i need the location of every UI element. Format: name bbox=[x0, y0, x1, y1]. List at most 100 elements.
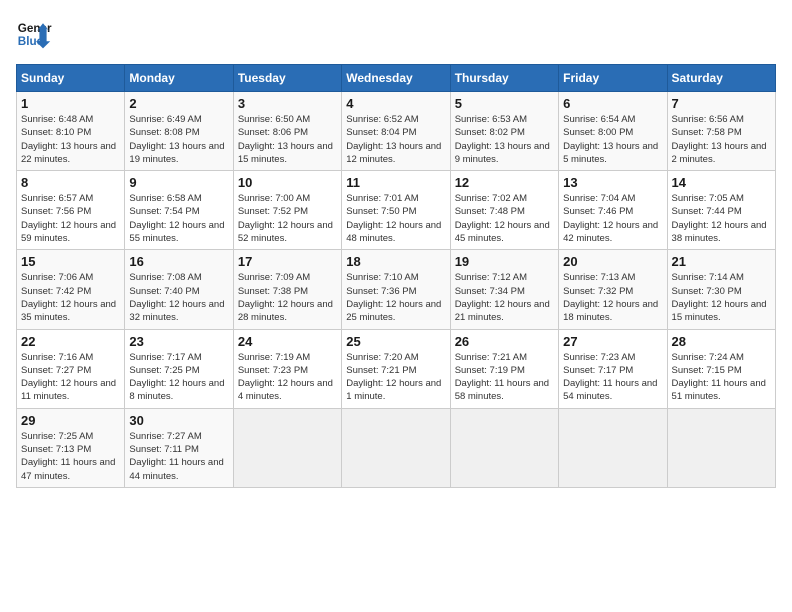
day-info: Sunrise: 7:21 AMSunset: 7:19 PMDaylight:… bbox=[455, 351, 554, 404]
calendar-cell bbox=[233, 408, 341, 487]
calendar-cell: 5Sunrise: 6:53 AMSunset: 8:02 PMDaylight… bbox=[450, 92, 558, 171]
day-number: 9 bbox=[129, 175, 228, 190]
calendar-cell: 18 Sunrise: 7:10 AMSunset: 7:36 PMDayligh… bbox=[342, 250, 450, 329]
day-number: 16 bbox=[129, 254, 228, 269]
calendar-cell bbox=[342, 408, 450, 487]
day-number: 22 bbox=[21, 334, 120, 349]
weekday-monday: Monday bbox=[125, 65, 233, 92]
calendar-cell: 7 Sunrise: 6:56 AMSunset: 7:58 PMDaylight… bbox=[667, 92, 775, 171]
day-number: 27 bbox=[563, 334, 662, 349]
day-info: Sunrise: 6:48 AMSunset: 8:10 PMDaylight:… bbox=[21, 113, 120, 166]
weekday-friday: Friday bbox=[559, 65, 667, 92]
day-number: 19 bbox=[455, 254, 554, 269]
calendar-cell: 28 Sunrise: 7:24 AMSunset: 7:15 PMDayligh… bbox=[667, 329, 775, 408]
day-info: Sunrise: 7:19 AMSunset: 7:23 PMDaylight:… bbox=[238, 351, 337, 404]
day-number: 20 bbox=[563, 254, 662, 269]
day-number: 18 bbox=[346, 254, 445, 269]
day-number: 13 bbox=[563, 175, 662, 190]
calendar-cell: 6 Sunrise: 6:54 AMSunset: 8:00 PMDaylight… bbox=[559, 92, 667, 171]
calendar-cell: 25Sunrise: 7:20 AMSunset: 7:21 PMDayligh… bbox=[342, 329, 450, 408]
calendar-cell: 29Sunrise: 7:25 AMSunset: 7:13 PMDayligh… bbox=[17, 408, 125, 487]
day-info: Sunrise: 6:54 AMSunset: 8:00 PMDaylight:… bbox=[563, 113, 662, 166]
day-info: Sunrise: 7:06 AMSunset: 7:42 PMDaylight:… bbox=[21, 271, 120, 324]
calendar-cell: 26 Sunrise: 7:21 AMSunset: 7:19 PMDayligh… bbox=[450, 329, 558, 408]
calendar-cell: 17 Sunrise: 7:09 AMSunset: 7:38 PMDayligh… bbox=[233, 250, 341, 329]
calendar-cell: 1Sunrise: 6:48 AMSunset: 8:10 PMDaylight… bbox=[17, 92, 125, 171]
day-number: 10 bbox=[238, 175, 337, 190]
logo: General Blue bbox=[16, 16, 52, 52]
day-number: 24 bbox=[238, 334, 337, 349]
day-info: Sunrise: 7:05 AMSunset: 7:44 PMDaylight:… bbox=[672, 192, 771, 245]
calendar-cell: 19 Sunrise: 7:12 AMSunset: 7:34 PMDayligh… bbox=[450, 250, 558, 329]
day-info: Sunrise: 7:17 AMSunset: 7:25 PMDaylight:… bbox=[129, 351, 228, 404]
calendar-cell: 11 Sunrise: 7:01 AMSunset: 7:50 PMDayligh… bbox=[342, 171, 450, 250]
day-info: Sunrise: 7:08 AMSunset: 7:40 PMDaylight:… bbox=[129, 271, 228, 324]
day-info: Sunrise: 6:52 AMSunset: 8:04 PMDaylight:… bbox=[346, 113, 445, 166]
day-info: Sunrise: 7:13 AMSunset: 7:32 PMDaylight:… bbox=[563, 271, 662, 324]
weekday-thursday: Thursday bbox=[450, 65, 558, 92]
calendar-week-row: 8Sunrise: 6:57 AMSunset: 7:56 PMDaylight… bbox=[17, 171, 776, 250]
day-info: Sunrise: 7:01 AMSunset: 7:50 PMDaylight:… bbox=[346, 192, 445, 245]
day-number: 21 bbox=[672, 254, 771, 269]
day-number: 28 bbox=[672, 334, 771, 349]
calendar-cell: 2Sunrise: 6:49 AMSunset: 8:08 PMDaylight… bbox=[125, 92, 233, 171]
day-number: 17 bbox=[238, 254, 337, 269]
day-info: Sunrise: 7:16 AMSunset: 7:27 PMDaylight:… bbox=[21, 351, 120, 404]
day-number: 23 bbox=[129, 334, 228, 349]
calendar-cell: 24 Sunrise: 7:19 AMSunset: 7:23 PMDayligh… bbox=[233, 329, 341, 408]
calendar-cell: 12Sunrise: 7:02 AMSunset: 7:48 PMDayligh… bbox=[450, 171, 558, 250]
weekday-sunday: Sunday bbox=[17, 65, 125, 92]
day-info: Sunrise: 7:20 AMSunset: 7:21 PMDaylight:… bbox=[346, 351, 445, 404]
calendar-week-row: 29Sunrise: 7:25 AMSunset: 7:13 PMDayligh… bbox=[17, 408, 776, 487]
calendar-cell bbox=[450, 408, 558, 487]
day-info: Sunrise: 7:23 AMSunset: 7:17 PMDaylight:… bbox=[563, 351, 662, 404]
calendar-table: SundayMondayTuesdayWednesdayThursdayFrid… bbox=[16, 64, 776, 488]
day-number: 26 bbox=[455, 334, 554, 349]
day-info: Sunrise: 7:24 AMSunset: 7:15 PMDaylight:… bbox=[672, 351, 771, 404]
calendar-cell: 3 Sunrise: 6:50 AMSunset: 8:06 PMDaylight… bbox=[233, 92, 341, 171]
day-info: Sunrise: 6:50 AMSunset: 8:06 PMDaylight:… bbox=[238, 113, 337, 166]
calendar-header: SundayMondayTuesdayWednesdayThursdayFrid… bbox=[17, 65, 776, 92]
weekday-wednesday: Wednesday bbox=[342, 65, 450, 92]
weekday-tuesday: Tuesday bbox=[233, 65, 341, 92]
day-info: Sunrise: 7:04 AMSunset: 7:46 PMDaylight:… bbox=[563, 192, 662, 245]
calendar-week-row: 1Sunrise: 6:48 AMSunset: 8:10 PMDaylight… bbox=[17, 92, 776, 171]
day-info: Sunrise: 7:09 AMSunset: 7:38 PMDaylight:… bbox=[238, 271, 337, 324]
calendar-cell: 23 Sunrise: 7:17 AMSunset: 7:25 PMDayligh… bbox=[125, 329, 233, 408]
calendar-cell: 16 Sunrise: 7:08 AMSunset: 7:40 PMDayligh… bbox=[125, 250, 233, 329]
day-info: Sunrise: 7:27 AMSunset: 7:11 PMDaylight:… bbox=[129, 430, 228, 483]
calendar-cell: 10 Sunrise: 7:00 AMSunset: 7:52 PMDayligh… bbox=[233, 171, 341, 250]
calendar-cell: 13 Sunrise: 7:04 AMSunset: 7:46 PMDayligh… bbox=[559, 171, 667, 250]
day-info: Sunrise: 6:56 AMSunset: 7:58 PMDaylight:… bbox=[672, 113, 771, 166]
day-number: 15 bbox=[21, 254, 120, 269]
calendar-cell bbox=[667, 408, 775, 487]
day-number: 4 bbox=[346, 96, 445, 111]
calendar-cell: 21 Sunrise: 7:14 AMSunset: 7:30 PMDayligh… bbox=[667, 250, 775, 329]
day-number: 7 bbox=[672, 96, 771, 111]
day-number: 11 bbox=[346, 175, 445, 190]
day-info: Sunrise: 6:57 AMSunset: 7:56 PMDaylight:… bbox=[21, 192, 120, 245]
calendar-cell: 14Sunrise: 7:05 AMSunset: 7:44 PMDayligh… bbox=[667, 171, 775, 250]
day-number: 3 bbox=[238, 96, 337, 111]
weekday-header-row: SundayMondayTuesdayWednesdayThursdayFrid… bbox=[17, 65, 776, 92]
header: General Blue bbox=[16, 16, 776, 52]
calendar-cell: 15 Sunrise: 7:06 AMSunset: 7:42 PMDayligh… bbox=[17, 250, 125, 329]
day-info: Sunrise: 7:12 AMSunset: 7:34 PMDaylight:… bbox=[455, 271, 554, 324]
weekday-saturday: Saturday bbox=[667, 65, 775, 92]
day-number: 6 bbox=[563, 96, 662, 111]
calendar-cell: 4 Sunrise: 6:52 AMSunset: 8:04 PMDaylight… bbox=[342, 92, 450, 171]
calendar-cell: 30 Sunrise: 7:27 AMSunset: 7:11 PMDayligh… bbox=[125, 408, 233, 487]
calendar-cell: 20 Sunrise: 7:13 AMSunset: 7:32 PMDayligh… bbox=[559, 250, 667, 329]
day-number: 12 bbox=[455, 175, 554, 190]
day-info: Sunrise: 7:00 AMSunset: 7:52 PMDaylight:… bbox=[238, 192, 337, 245]
calendar-body: 1Sunrise: 6:48 AMSunset: 8:10 PMDaylight… bbox=[17, 92, 776, 488]
day-number: 5 bbox=[455, 96, 554, 111]
calendar-cell: 27 Sunrise: 7:23 AMSunset: 7:17 PMDayligh… bbox=[559, 329, 667, 408]
day-info: Sunrise: 6:49 AMSunset: 8:08 PMDaylight:… bbox=[129, 113, 228, 166]
day-info: Sunrise: 7:10 AMSunset: 7:36 PMDaylight:… bbox=[346, 271, 445, 324]
calendar-cell: 9Sunrise: 6:58 AMSunset: 7:54 PMDaylight… bbox=[125, 171, 233, 250]
logo-icon: General Blue bbox=[16, 16, 52, 52]
day-number: 30 bbox=[129, 413, 228, 428]
calendar-cell: 8Sunrise: 6:57 AMSunset: 7:56 PMDaylight… bbox=[17, 171, 125, 250]
day-info: Sunrise: 7:14 AMSunset: 7:30 PMDaylight:… bbox=[672, 271, 771, 324]
